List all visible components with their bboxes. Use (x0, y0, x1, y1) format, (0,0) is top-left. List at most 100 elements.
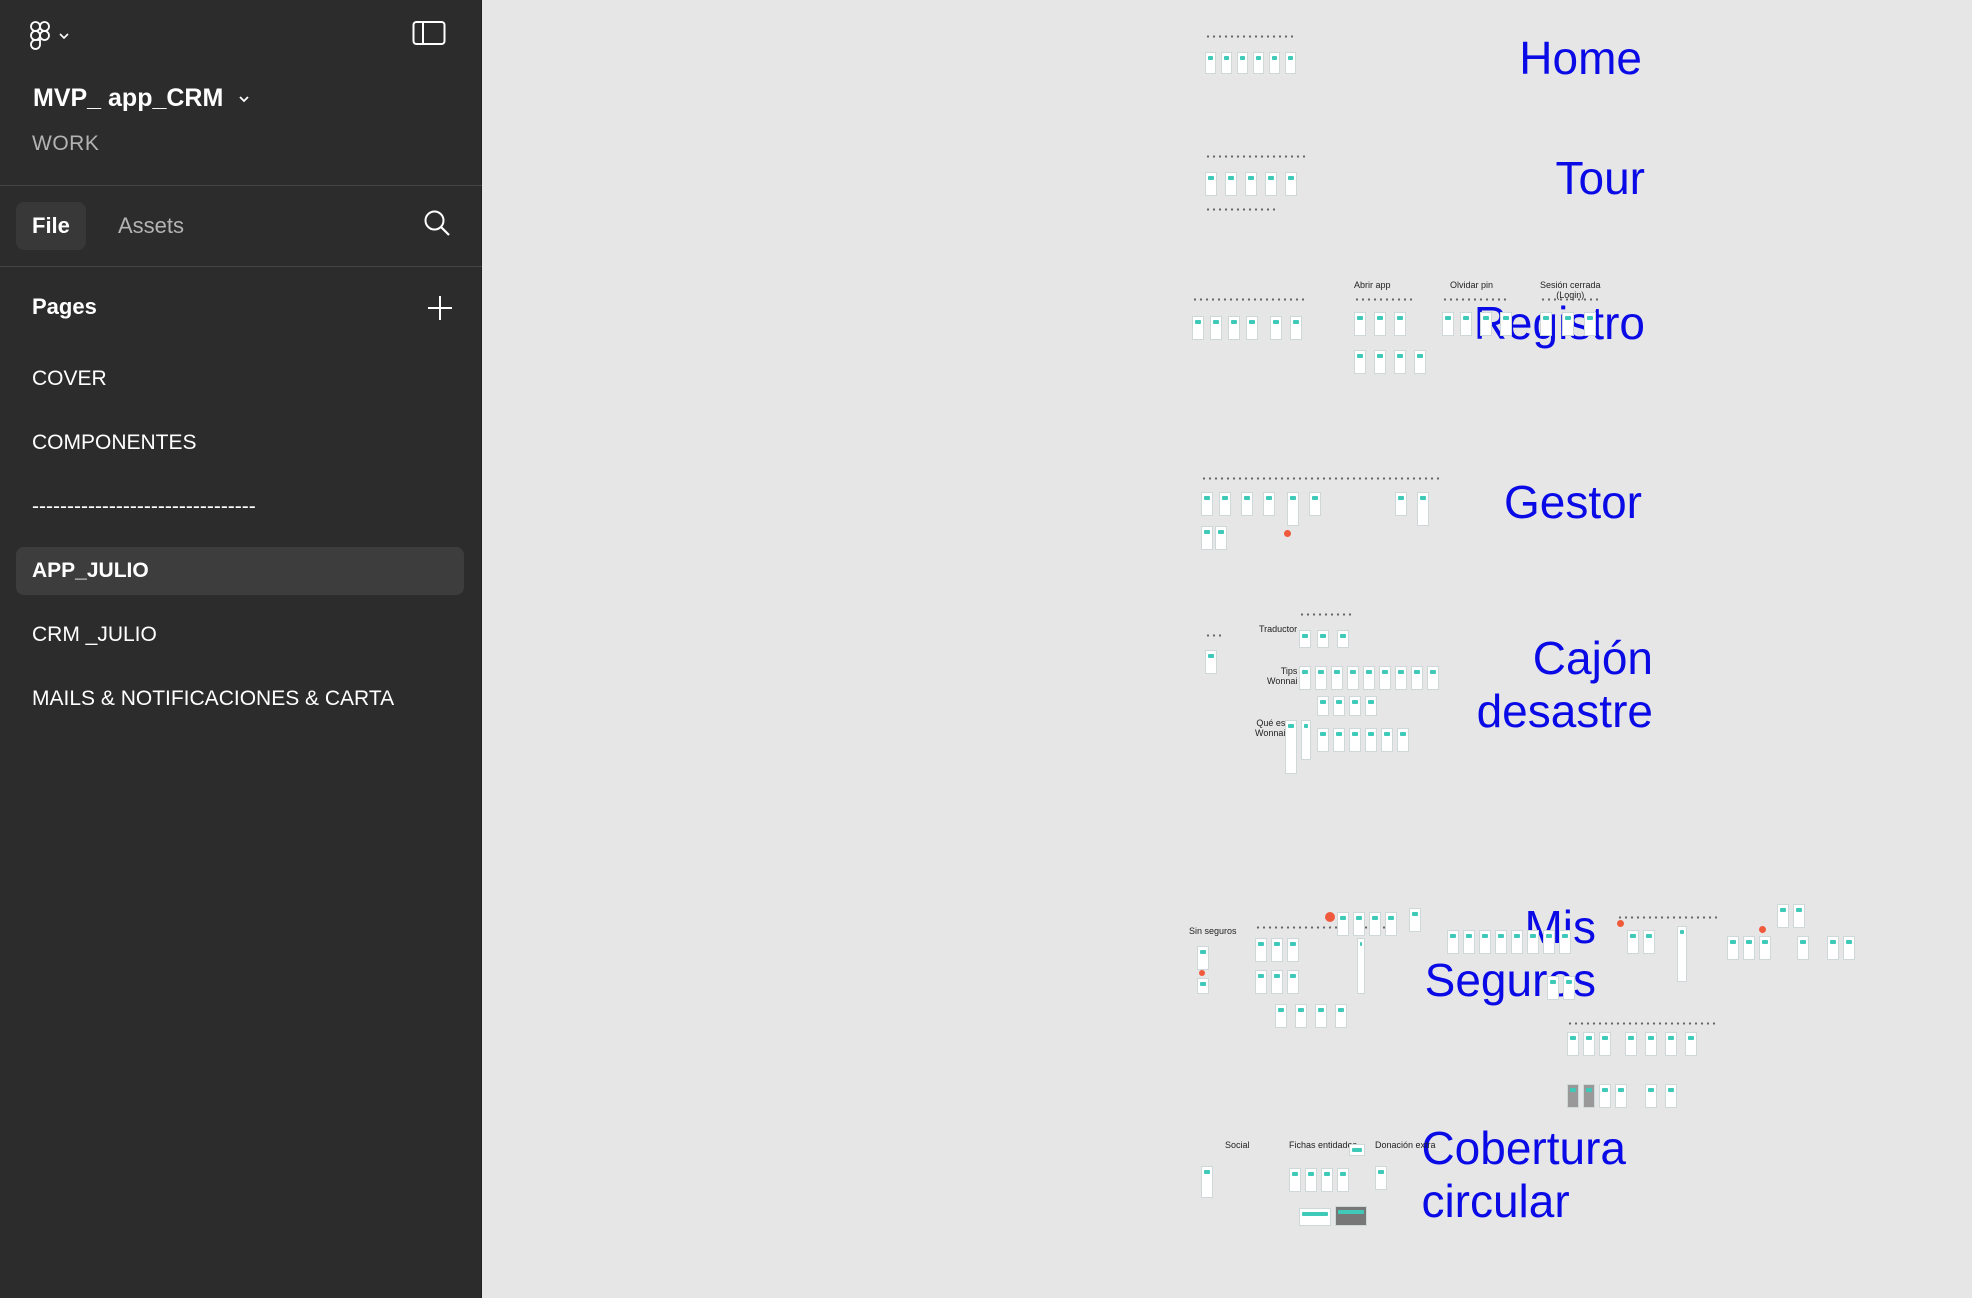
screen-frame[interactable] (1563, 976, 1575, 1000)
screen-frame[interactable] (1411, 666, 1423, 690)
screen-frame[interactable] (1309, 492, 1321, 516)
screen-frame[interactable] (1379, 666, 1391, 690)
search-button[interactable] (422, 208, 456, 242)
screen-frame[interactable] (1333, 728, 1345, 752)
frame-group-tour[interactable] (1203, 152, 1313, 218)
screen-frame[interactable] (1643, 930, 1655, 954)
comment-marker[interactable] (1325, 912, 1335, 922)
page-item-cover[interactable]: COVER (16, 355, 464, 403)
page-item-componentes[interactable]: COMPONENTES (16, 419, 464, 467)
screen-frame[interactable] (1442, 312, 1454, 336)
screen-frame[interactable] (1215, 526, 1227, 550)
screen-frame[interactable] (1584, 312, 1596, 336)
screen-frame[interactable] (1225, 172, 1237, 196)
sidebar-toggle-button[interactable] (412, 20, 452, 52)
screen-frame[interactable] (1287, 492, 1299, 526)
screen-frame[interactable] (1285, 52, 1296, 74)
screen-frame[interactable] (1299, 630, 1311, 648)
design-canvas[interactable]: Home Tour Registro Gestor Cajón desastre… (483, 0, 1972, 1298)
screen-frame[interactable] (1414, 350, 1426, 374)
screen-frame[interactable] (1460, 312, 1472, 336)
screen-frame[interactable] (1315, 666, 1327, 690)
screen-frame[interactable] (1562, 312, 1574, 336)
screen-frame[interactable] (1245, 172, 1257, 196)
screen-frame[interactable] (1263, 492, 1275, 516)
screen-frame[interactable] (1354, 350, 1366, 374)
screen-frame[interactable] (1333, 696, 1345, 716)
screen-frame[interactable] (1317, 728, 1329, 752)
screen-frame[interactable] (1543, 930, 1555, 954)
screen-frame[interactable] (1349, 1144, 1365, 1156)
screen-frame[interactable] (1246, 316, 1258, 340)
page-item-mails[interactable]: MAILS & NOTIFICACIONES & CARTA (16, 675, 464, 723)
screen-frame[interactable] (1381, 728, 1393, 752)
screen-frame[interactable] (1677, 926, 1687, 982)
screen-frame[interactable] (1479, 930, 1491, 954)
screen-frame[interactable] (1241, 492, 1253, 516)
screen-frame[interactable] (1219, 492, 1231, 516)
screen-frame[interactable] (1353, 912, 1365, 936)
image-frame[interactable] (1299, 1208, 1331, 1226)
screen-frame[interactable] (1397, 728, 1409, 752)
screen-frame[interactable] (1335, 1004, 1347, 1028)
screen-frame[interactable] (1583, 1032, 1595, 1056)
page-item-separator[interactable]: -------------------------------- (16, 483, 464, 531)
screen-frame[interactable] (1363, 666, 1375, 690)
screen-frame[interactable] (1797, 936, 1809, 960)
comment-marker[interactable] (1284, 530, 1291, 537)
screen-frame[interactable] (1374, 312, 1386, 336)
frame-group-home[interactable] (1203, 32, 1313, 82)
screen-frame[interactable] (1365, 696, 1377, 716)
screen-frame[interactable] (1547, 976, 1559, 1000)
screen-frame[interactable] (1583, 1084, 1595, 1108)
screen-frame[interactable] (1205, 172, 1217, 196)
screen-frame[interactable] (1599, 1032, 1611, 1056)
screen-frame[interactable] (1271, 938, 1283, 962)
screen-frame[interactable] (1727, 936, 1739, 960)
frame-group-cobertura-circular[interactable]: Social Fichas entidades Donación extra (1199, 1136, 1519, 1232)
screen-frame[interactable] (1427, 666, 1439, 690)
screen-frame[interactable] (1305, 1168, 1317, 1192)
screen-frame[interactable] (1374, 350, 1386, 374)
screen-frame[interactable] (1480, 312, 1492, 336)
image-frame[interactable] (1335, 1206, 1367, 1226)
screen-frame[interactable] (1567, 1084, 1579, 1108)
screen-frame[interactable] (1315, 1004, 1327, 1028)
screen-frame[interactable] (1365, 728, 1377, 752)
screen-frame[interactable] (1255, 938, 1267, 962)
screen-frame[interactable] (1395, 492, 1407, 516)
screen-frame[interactable] (1337, 1168, 1349, 1192)
screen-frame[interactable] (1285, 172, 1297, 196)
screen-frame[interactable] (1201, 526, 1213, 550)
screen-frame[interactable] (1269, 52, 1280, 74)
screen-frame[interactable] (1228, 316, 1240, 340)
screen-frame[interactable] (1287, 938, 1299, 962)
page-item-crm-julio[interactable]: CRM _JULIO (16, 611, 464, 659)
frame-group-cajon-desastre[interactable]: Traductor Tips Wonnai Qué es Wonnai (1203, 612, 1453, 782)
tab-file[interactable]: File (16, 202, 86, 250)
screen-frame[interactable] (1290, 316, 1302, 340)
screen-frame[interactable] (1349, 728, 1361, 752)
screen-frame[interactable] (1511, 930, 1523, 954)
page-item-app-julio[interactable]: APP_JULIO (16, 547, 464, 595)
screen-frame[interactable] (1743, 936, 1755, 960)
screen-frame[interactable] (1317, 696, 1329, 716)
screen-frame[interactable] (1777, 904, 1789, 928)
screen-frame[interactable] (1271, 970, 1283, 994)
screen-frame[interactable] (1567, 1032, 1579, 1056)
screen-frame[interactable] (1237, 52, 1248, 74)
comment-marker[interactable] (1199, 970, 1205, 976)
screen-frame[interactable] (1385, 912, 1397, 936)
screen-frame[interactable] (1357, 938, 1365, 994)
screen-frame[interactable] (1321, 1168, 1333, 1192)
screen-frame[interactable] (1627, 930, 1639, 954)
screen-frame[interactable] (1375, 1166, 1387, 1190)
screen-frame[interactable] (1615, 1084, 1627, 1108)
screen-frame[interactable] (1299, 666, 1311, 690)
screen-frame[interactable] (1197, 978, 1209, 994)
screen-frame[interactable] (1793, 904, 1805, 928)
screen-frame[interactable] (1317, 630, 1329, 648)
screen-frame[interactable] (1540, 312, 1552, 336)
screen-frame[interactable] (1645, 1084, 1657, 1108)
screen-frame[interactable] (1559, 930, 1571, 954)
